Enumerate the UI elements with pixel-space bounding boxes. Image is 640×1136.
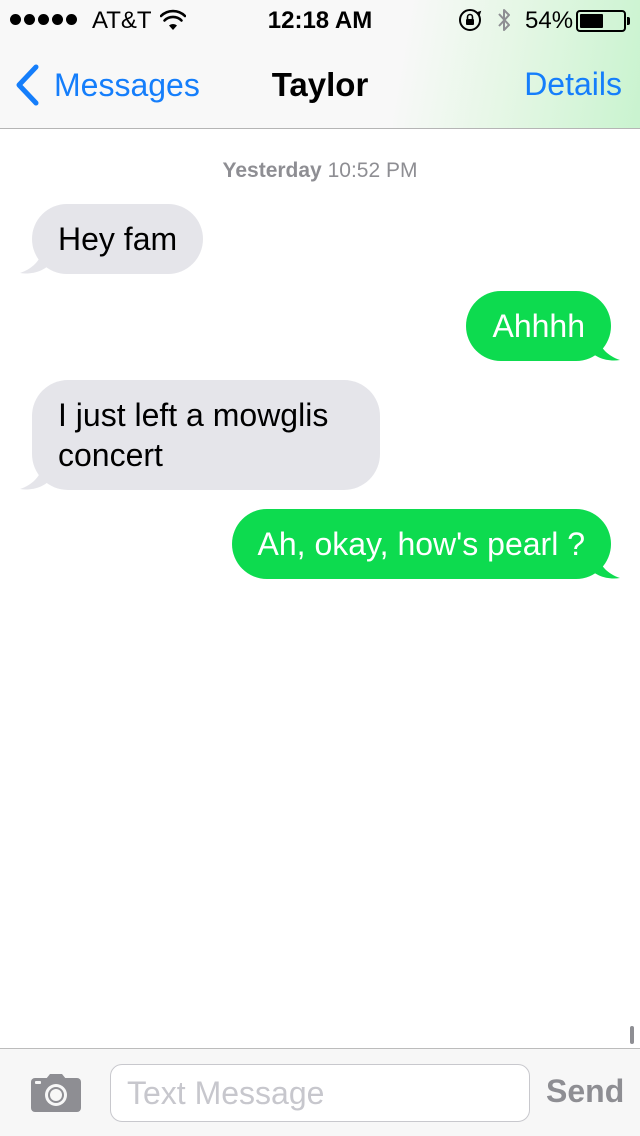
message-bubble-sent[interactable]: Ahhhh: [466, 291, 611, 361]
top-bar: AT&T 12:18 AM 54% Messages Taylor Detail…: [0, 0, 640, 129]
camera-icon[interactable]: [30, 1073, 82, 1113]
battery-percent: 54%: [525, 7, 574, 34]
orientation-lock-icon: [459, 9, 482, 31]
message-timestamp: Yesterday 10:52 PM: [0, 159, 640, 183]
timestamp-day: Yesterday: [222, 159, 322, 182]
battery-icon: [576, 10, 632, 32]
navigation-bar: Messages Taylor Details: [0, 40, 640, 128]
message-bubble-received[interactable]: Hey fam: [32, 204, 204, 274]
message-input-bar: Send: [0, 1048, 640, 1136]
bluetooth-icon: [498, 9, 510, 31]
messages-screen: AT&T 12:18 AM 54% Messages Taylor Detail…: [0, 0, 640, 1136]
details-button[interactable]: Details: [524, 66, 622, 103]
message-bubble-received[interactable]: I just left a mowglis concert: [32, 380, 380, 490]
message-bubble-sent[interactable]: Ah, okay, how's pearl ?: [231, 509, 611, 579]
text-message-input[interactable]: [110, 1064, 530, 1122]
scroll-indicator[interactable]: [630, 1026, 634, 1044]
battery-level-fill: [580, 14, 603, 28]
timestamp-time: 10:52 PM: [327, 159, 418, 182]
status-bar: AT&T 12:18 AM 54%: [0, 0, 640, 40]
send-button[interactable]: Send: [546, 1073, 624, 1110]
